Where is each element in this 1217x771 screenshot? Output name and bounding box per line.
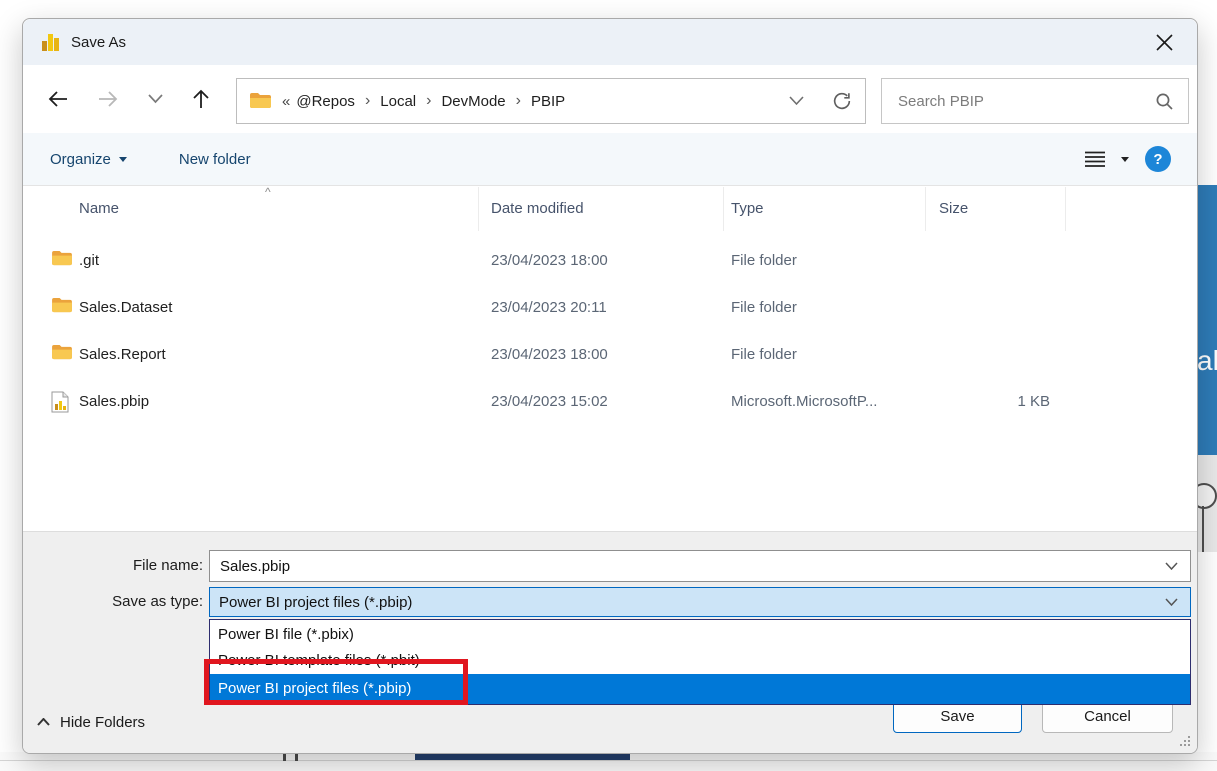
new-folder-button[interactable]: New folder — [179, 151, 251, 168]
background-bottom-divider — [0, 760, 1217, 761]
folder-icon — [51, 344, 73, 366]
file-list-rows: .git 23/04/2023 18:00 File folder — [23, 237, 1197, 425]
file-name-cell: Sales.pbip — [79, 378, 149, 425]
search-box — [881, 78, 1189, 124]
view-options-button[interactable] — [1085, 151, 1129, 168]
dialog-title: Save As — [71, 34, 126, 51]
file-date-cell: 23/04/2023 18:00 — [491, 331, 608, 378]
forward-icon[interactable] — [95, 86, 121, 112]
background-line-shape — [1202, 506, 1204, 552]
breadcrumb-item[interactable]: DevMode — [441, 93, 505, 110]
save-as-type-label: Save as type: — [23, 587, 203, 617]
dropdown-option[interactable]: Power BI file (*.pbix) — [210, 622, 1190, 648]
file-name-input[interactable] — [210, 557, 1152, 576]
refresh-icon[interactable] — [819, 79, 865, 123]
navigation-row: « @Repos › Local › DevMode › PBIP — [23, 65, 1197, 133]
help-button[interactable]: ? — [1145, 146, 1171, 172]
breadcrumb-item[interactable]: Local — [380, 93, 416, 110]
file-size-cell — [915, 331, 1050, 378]
breadcrumb: « @Repos › Local › DevMode › PBIP — [272, 92, 567, 110]
file-date-cell: 23/04/2023 15:02 — [491, 378, 608, 425]
sort-ascending-icon: ^ — [265, 185, 271, 199]
file-size-cell: 1 KB — [915, 378, 1050, 425]
powerbi-app-icon — [41, 32, 61, 52]
annotation-red-rectangle — [204, 659, 468, 705]
file-date-cell: 23/04/2023 20:11 — [491, 284, 607, 331]
pbip-file-icon — [51, 391, 73, 413]
column-header-type[interactable]: Type — [731, 186, 764, 231]
folder-icon — [51, 250, 73, 272]
toolbar-right-group: ? — [1085, 146, 1171, 172]
search-icon[interactable] — [1155, 92, 1174, 111]
resize-grip[interactable] — [1180, 736, 1192, 748]
list-view-icon — [1085, 151, 1105, 168]
back-icon[interactable] — [45, 86, 71, 112]
breadcrumb-item[interactable]: PBIP — [531, 93, 565, 110]
background-app-strip: al — [1196, 185, 1217, 455]
dialog-footer: File name: Save as type: Power BI projec… — [23, 531, 1197, 753]
folder-icon — [249, 92, 272, 110]
column-divider[interactable] — [1065, 187, 1066, 231]
chevron-down-icon — [1121, 157, 1129, 162]
breadcrumb-overflow[interactable]: « — [282, 93, 290, 110]
file-type-cell: File folder — [731, 331, 797, 378]
close-icon[interactable] — [1149, 27, 1179, 57]
search-input[interactable] — [896, 92, 1155, 111]
organize-label: Organize — [50, 151, 111, 168]
breadcrumb-separator: › — [365, 92, 370, 110]
breadcrumb-separator: › — [426, 92, 431, 110]
file-size-cell — [915, 284, 1050, 331]
background-partial-text: al — [1197, 345, 1217, 377]
file-name-combo — [209, 550, 1191, 582]
recent-locations-chevron-icon[interactable] — [145, 86, 165, 112]
file-size-cell — [915, 237, 1050, 284]
titlebar: Save As — [23, 19, 1197, 65]
command-toolbar: Organize New folder ? — [23, 133, 1197, 186]
file-row[interactable]: Sales.Report 23/04/2023 18:00 File folde… — [23, 331, 1197, 378]
file-type-cell: File folder — [731, 284, 797, 331]
save-as-type-value: Power BI project files (*.pbip) — [219, 594, 1152, 611]
file-date-cell: 23/04/2023 18:00 — [491, 237, 608, 284]
file-type-cell: Microsoft.MicrosoftP... — [731, 378, 877, 425]
file-row[interactable]: Sales.Dataset 23/04/2023 20:11 File fold… — [23, 284, 1197, 331]
file-name-cell: .git — [79, 237, 99, 284]
hide-folders-label: Hide Folders — [60, 714, 145, 731]
folder-icon — [51, 297, 73, 319]
column-divider[interactable] — [478, 187, 479, 231]
file-name-label: File name: — [23, 550, 203, 582]
column-divider[interactable] — [925, 187, 926, 231]
file-type-cell: File folder — [731, 237, 797, 284]
chevron-down-icon[interactable] — [1152, 598, 1190, 606]
file-row[interactable]: .git 23/04/2023 18:00 File folder — [23, 237, 1197, 284]
column-divider[interactable] — [723, 187, 724, 231]
chevron-down-icon — [119, 157, 127, 162]
chevron-up-icon — [37, 718, 50, 726]
file-row[interactable]: Sales.pbip 23/04/2023 15:02 Microsoft.Mi… — [23, 378, 1197, 425]
up-icon[interactable] — [188, 86, 214, 112]
address-dropdown-chevron-icon[interactable] — [773, 79, 819, 123]
column-header-date-modified[interactable]: Date modified — [491, 186, 584, 231]
chevron-down-icon[interactable] — [1152, 562, 1190, 570]
file-name-cell: Sales.Dataset — [79, 284, 172, 331]
column-header-size[interactable]: Size — [939, 186, 968, 231]
save-as-dialog: Save As « @Repos›Lo — [22, 18, 1198, 754]
breadcrumb-item[interactable]: @Repos — [296, 93, 355, 110]
organize-button[interactable]: Organize — [50, 151, 127, 168]
save-as-type-combo[interactable]: Power BI project files (*.pbip) — [209, 587, 1191, 617]
address-bar[interactable]: « @Repos › Local › DevMode › PBIP — [236, 78, 866, 124]
hide-folders-button[interactable]: Hide Folders — [37, 710, 145, 734]
address-bar-controls — [773, 79, 865, 123]
breadcrumb-separator: › — [516, 92, 521, 110]
file-name-cell: Sales.Report — [79, 331, 166, 378]
column-header-name[interactable]: Name — [79, 186, 119, 231]
